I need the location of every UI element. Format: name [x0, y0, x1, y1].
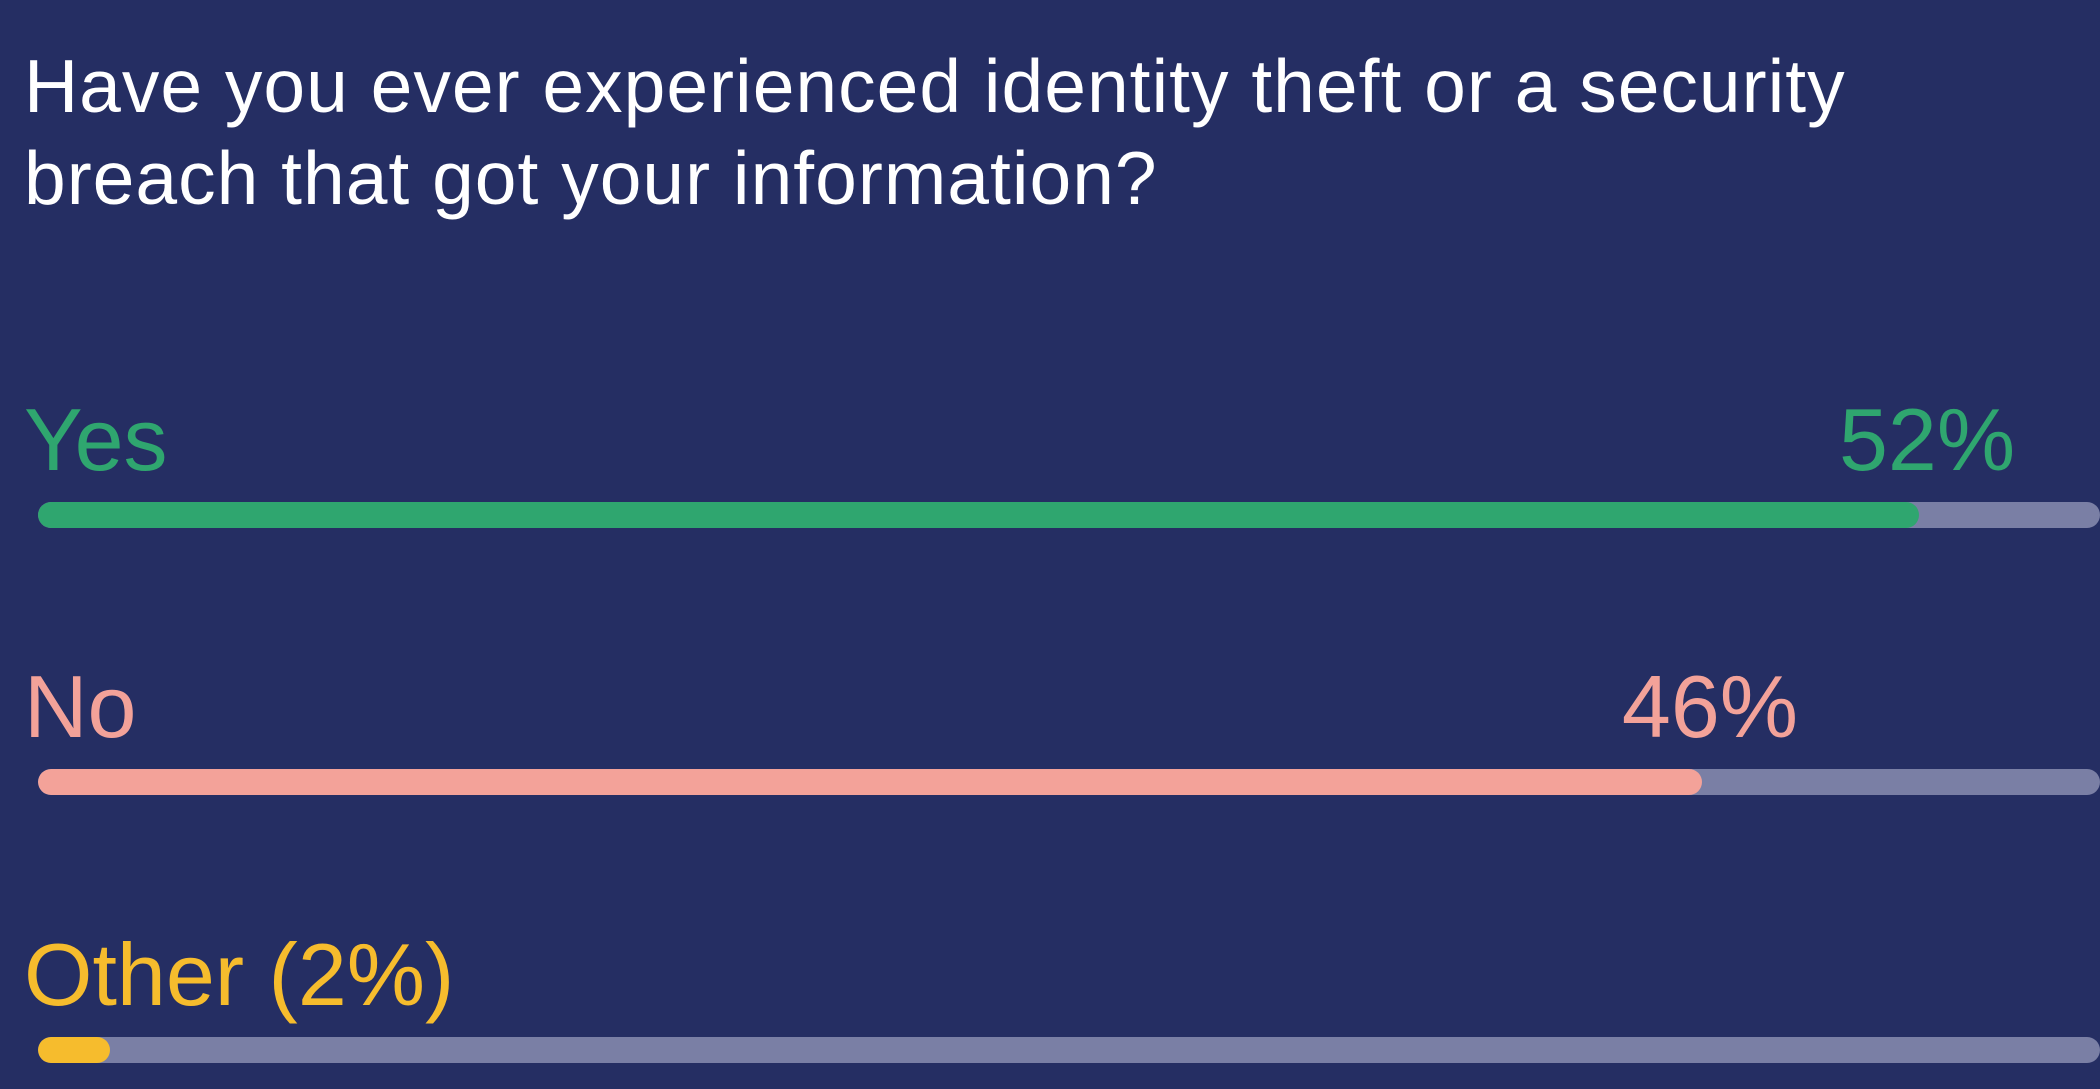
poll-question-title: Have you ever experienced identity theft…	[24, 44, 1846, 220]
bar-label-no: No	[24, 657, 137, 756]
bar-label-other: Other (2%)	[24, 925, 455, 1024]
bar-track-yes	[38, 502, 2100, 528]
bar-fill-no	[38, 769, 1703, 795]
bar-track-no	[38, 769, 2100, 795]
bar-row-no: No 46%	[0, 657, 2100, 817]
bar-value-label-no: 46%	[1621, 657, 1799, 756]
bar-fill-other	[38, 1037, 111, 1063]
bar-track-other	[38, 1037, 2100, 1063]
bar-label-yes: Yes	[24, 390, 168, 489]
bar-fill-yes	[38, 502, 1920, 528]
bar-value-label-yes: 52%	[1838, 390, 2016, 489]
bar-row-yes: Yes 52%	[0, 390, 2100, 550]
bar-row-other: Other (2%)	[0, 925, 2100, 1085]
